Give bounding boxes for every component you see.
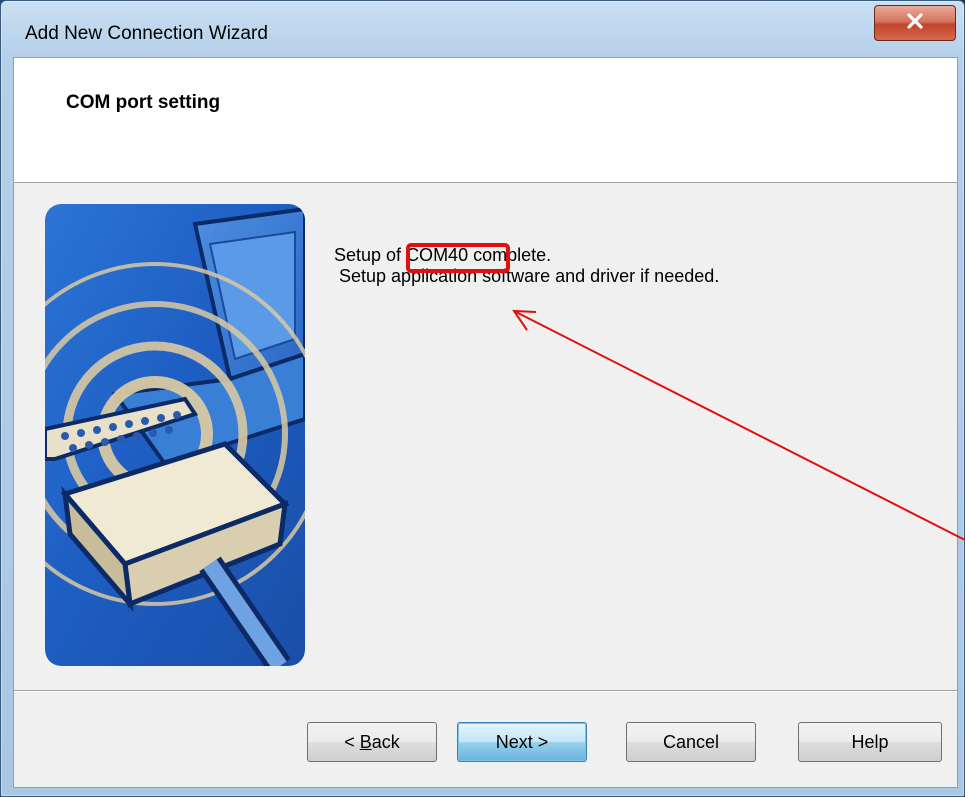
- completion-message: Setup of COM40 complete. Setup applicati…: [334, 243, 719, 289]
- back-button[interactable]: < Back: [307, 722, 437, 762]
- back-label-rest: ack: [371, 731, 400, 752]
- help-label: Help: [851, 731, 889, 752]
- message-prefix: Setup of: [334, 245, 407, 265]
- cancel-button[interactable]: Cancel: [626, 722, 756, 762]
- cancel-label: Cancel: [662, 731, 720, 752]
- wizard-header: COM port setting: [14, 58, 957, 183]
- wizard-window: Add New Connection Wizard COM port setti…: [0, 0, 965, 797]
- window-title: Add New Connection Wizard: [25, 23, 268, 44]
- connection-illustration: [45, 204, 305, 666]
- back-label-accelerator: B: [359, 731, 372, 752]
- page-title: COM port setting: [66, 92, 221, 113]
- back-label-prefix: <: [344, 731, 360, 752]
- close-button[interactable]: [874, 5, 956, 41]
- button-area-separator: [14, 690, 957, 692]
- next-label: Next >: [495, 731, 549, 752]
- title-bar[interactable]: Add New Connection Wizard: [1, 1, 964, 57]
- help-button[interactable]: Help: [798, 722, 942, 762]
- port-highlight-box: [406, 243, 510, 273]
- wizard-client-area: COM port setting < B ack Next > Cancel H…: [13, 57, 958, 788]
- next-button[interactable]: Next >: [457, 722, 587, 762]
- close-icon: [904, 12, 926, 35]
- message-line-2: Setup application software and driver if…: [334, 266, 720, 286]
